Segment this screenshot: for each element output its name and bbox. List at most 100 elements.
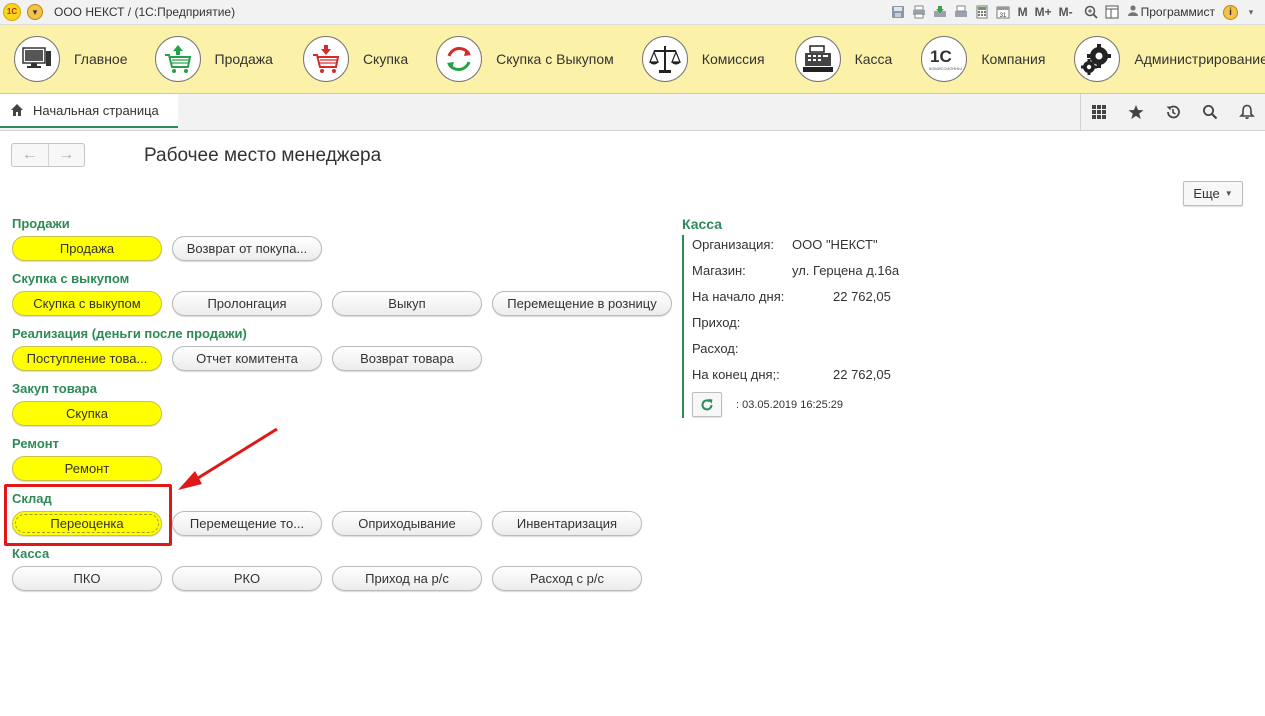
sale-button[interactable]: Продажа: [12, 236, 162, 261]
income-label: Приход:: [692, 315, 741, 330]
inventory-button[interactable]: Инвентаризация: [492, 511, 642, 536]
customer-return-button[interactable]: Возврат от покупа...: [172, 236, 322, 261]
cash-expense-order-button[interactable]: РКО: [172, 566, 322, 591]
move-to-retail-button[interactable]: Перемещение в розницу: [492, 291, 672, 316]
section-admin[interactable]: Администрирование: [1074, 25, 1265, 93]
home-icon: [10, 103, 24, 117]
buyup-redeem-button[interactable]: Скупка с выкупом: [12, 291, 162, 316]
org-value: ООО "НЕКСТ": [792, 237, 878, 252]
section-buyup[interactable]: Скупка: [302, 25, 409, 93]
section-company[interactable]: 1C КОМИССИОННЫЙ Компания: [921, 25, 1045, 93]
section-label: Продажа: [214, 51, 273, 67]
annotation-arrow-icon: [178, 427, 278, 490]
prolongation-button[interactable]: Пролонгация: [172, 291, 322, 316]
cash-receipt-order-button[interactable]: ПКО: [12, 566, 162, 591]
print-icon[interactable]: [911, 4, 927, 20]
tab-bar: Начальная страница: [0, 94, 1265, 131]
cycle-arrows-icon: [436, 36, 483, 82]
section-sales[interactable]: Продажа: [154, 25, 273, 93]
window-title: ООО НЕКСТ / (1С:Предприятие): [54, 5, 236, 19]
memory-m-minus-button[interactable]: M-: [1059, 5, 1073, 19]
group-title-buyup-redeem: Скупка с выкупом: [12, 271, 130, 286]
titlebar-tools: 31 M M+ M- Программист i ▾: [885, 2, 1259, 22]
svg-text:1C: 1C: [930, 47, 952, 66]
calendar-icon[interactable]: 31: [995, 4, 1011, 20]
gears-icon: [1074, 36, 1121, 82]
end-balance-value: 22 762,05: [833, 367, 891, 382]
repair-button[interactable]: Ремонт: [12, 456, 162, 481]
more-button-label: Еще: [1193, 186, 1220, 201]
panel-layout-icon[interactable]: [1104, 4, 1120, 20]
refresh-button[interactable]: [692, 392, 722, 417]
refresh-icon: [701, 398, 713, 410]
section-label: Скупка: [362, 51, 409, 67]
bell-icon[interactable]: [1237, 102, 1257, 122]
org-label: Организация:: [692, 237, 775, 252]
history-icon[interactable]: [1163, 102, 1183, 122]
svg-text:КОМИССИОННЫЙ: КОМИССИОННЫЙ: [929, 66, 962, 71]
expense-label: Расход:: [692, 341, 739, 356]
tab-tools: [1080, 94, 1265, 130]
start-balance-label: На начало дня:: [692, 289, 785, 304]
scales-icon: [641, 36, 688, 82]
chevron-down-icon: ▼: [1224, 189, 1233, 198]
goods-return-button[interactable]: Возврат товара: [332, 346, 482, 371]
goods-receipt-button[interactable]: Поступление това...: [12, 346, 162, 371]
redeem-button[interactable]: Выкуп: [332, 291, 482, 316]
end-balance-label: На конец дня;:: [692, 367, 780, 382]
title-bar: 1С ▾ ООО НЕКСТ / (1С:Предприятие) 31 M M…: [0, 0, 1265, 25]
section-main[interactable]: Главное: [14, 25, 128, 93]
group-title-repair: Ремонт: [12, 436, 60, 451]
user-icon: [1127, 5, 1138, 19]
section-label: Администрирование: [1134, 51, 1265, 67]
page-title: Рабочее место менеджера: [144, 145, 382, 166]
section-label: Скупка с Выкупом: [496, 51, 614, 67]
goods-transfer-button[interactable]: Перемещение то...: [172, 511, 322, 536]
apps-grid-icon[interactable]: [1089, 102, 1109, 122]
calculator-icon[interactable]: [974, 4, 990, 20]
main-menu-chevron-icon[interactable]: ▾: [27, 4, 43, 20]
cart-down-icon: [302, 36, 349, 82]
section-label: Касса: [854, 51, 893, 67]
section-label: Компания: [981, 51, 1046, 67]
refresh-timestamp: : 03.05.2019 16:25:29: [736, 399, 844, 411]
save-icon[interactable]: [890, 4, 906, 20]
forward-arrow-icon[interactable]: →: [47, 144, 85, 166]
export-icon[interactable]: [932, 4, 948, 20]
star-icon[interactable]: [1126, 102, 1146, 122]
buyup-button[interactable]: Скупка: [12, 401, 162, 426]
shop-value: ул. Герцена д.16а: [792, 263, 900, 278]
bank-income-button[interactable]: Приход на р/с: [332, 566, 482, 591]
chevron-down-icon[interactable]: ▾: [1243, 4, 1259, 20]
group-title-purchase: Закуп товара: [12, 381, 97, 396]
posting-button[interactable]: Оприходывание: [332, 511, 482, 536]
user-name: Программист: [1140, 5, 1215, 19]
shop-label: Магазин:: [692, 263, 746, 278]
search-icon[interactable]: [1200, 102, 1220, 122]
memory-m-button[interactable]: M: [1018, 5, 1028, 19]
group-title-realization: Реализация (деньги после продажи): [12, 326, 247, 341]
company-1c-icon: 1C КОМИССИОННЫЙ: [921, 36, 968, 82]
section-commission[interactable]: Комиссия: [641, 25, 765, 93]
section-cash[interactable]: Касса: [794, 25, 893, 93]
memory-m-plus-button[interactable]: M+: [1035, 5, 1052, 19]
section-buyup-redeem[interactable]: Скупка с Выкупом: [436, 25, 614, 93]
section-label: Комиссия: [701, 51, 765, 67]
consignor-report-button[interactable]: Отчет комитента: [172, 346, 322, 371]
group-title-cash: Касса: [12, 546, 50, 561]
home-tab-label: Начальная страница: [33, 102, 159, 118]
navigation-buttons: ← →: [11, 143, 85, 167]
cash-register-icon: [794, 36, 841, 82]
info-icon[interactable]: i: [1223, 4, 1238, 20]
bank-expense-button[interactable]: Расход с р/с: [492, 566, 642, 591]
monitor-icon: [14, 36, 60, 82]
back-arrow-icon[interactable]: ←: [12, 144, 48, 166]
revaluation-button[interactable]: Переоценка: [12, 511, 162, 536]
zoom-icon[interactable]: [1083, 4, 1099, 20]
current-user[interactable]: Программист: [1127, 5, 1215, 19]
start-balance-value: 22 762,05: [833, 289, 891, 304]
more-button[interactable]: Еще ▼: [1183, 181, 1243, 206]
print-preview-icon[interactable]: [953, 4, 969, 20]
tab-home-page[interactable]: Начальная страница: [0, 94, 178, 128]
cash-panel-title: Касса: [682, 216, 723, 232]
